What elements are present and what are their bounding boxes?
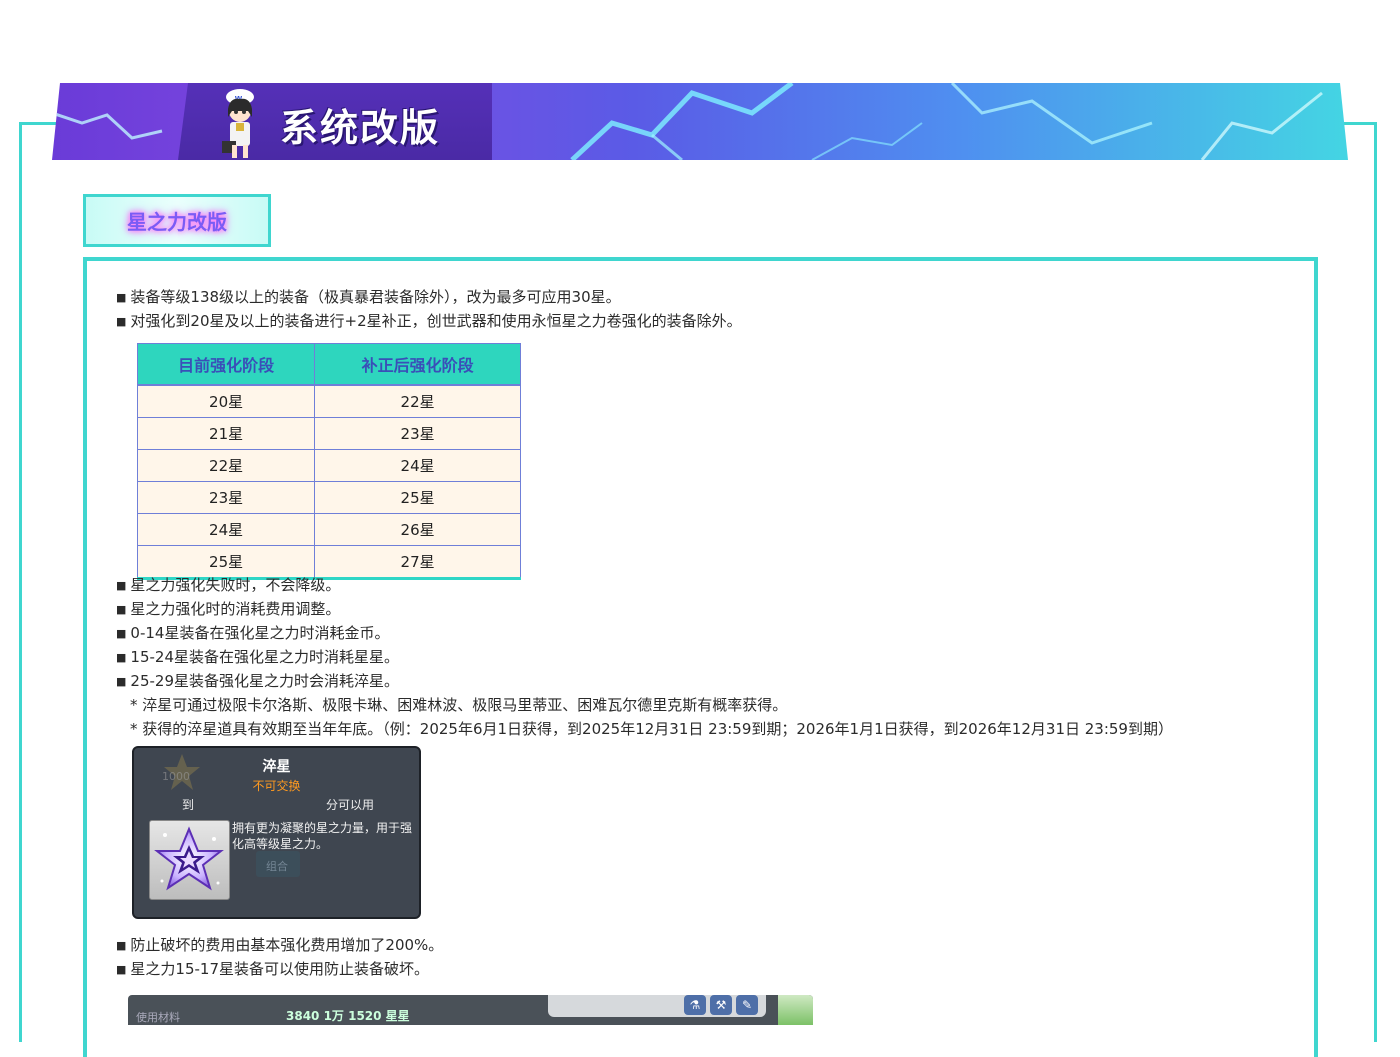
- item-icon-box: [149, 820, 230, 900]
- material-numbers: 3840 1万 1520 星星: [286, 1009, 410, 1023]
- tool-panel: ⚗ ⚒ ✎: [548, 995, 766, 1017]
- table-cell: 27星: [314, 545, 521, 579]
- note-item: * 淬星可通过极限卡尔洛斯、极限卡琳、困难林波、极限马里蒂亚、困难瓦尔德里克斯有…: [130, 696, 788, 714]
- table-cell: 20星: [136, 384, 316, 418]
- scenery-decoration: [778, 995, 813, 1025]
- tooltip-title: 淬星: [262, 759, 291, 775]
- table-row: 23星 25星: [136, 481, 521, 514]
- list-item: ■ 星之力强化失败时，不会降级。: [116, 576, 341, 594]
- list-item: ■ 对强化到20星及以上的装备进行+2星补正，创世武器和使用永恒星之力卷强化的装备…: [116, 312, 742, 330]
- tooltip-expiry-right: 分可以用: [326, 798, 375, 812]
- star-correction-table: 目前强化阶段 补正后强化阶段 20星 22星 21星 23星 22星 24星 23星 2…: [136, 343, 521, 580]
- section-tag: 星之力改版: [83, 194, 271, 247]
- table-cell: 22星: [314, 384, 521, 418]
- table-cell: 26星: [314, 513, 521, 546]
- table-header-corrected: 补正后强化阶段: [314, 343, 521, 386]
- ghost-button-label: 组合: [266, 860, 288, 873]
- banner: w 系统改版: [52, 83, 1348, 160]
- table-cell: 22星: [136, 449, 316, 482]
- list-item: ■ 25-29星装备强化星之力时会消耗淬星。: [116, 672, 399, 690]
- table-header-row: 目前强化阶段 补正后强化阶段: [136, 343, 521, 386]
- tooltip-subtitle: 不可交换: [252, 779, 301, 793]
- section-tag-label: 星之力改版: [127, 210, 227, 234]
- table-header-current: 目前强化阶段: [136, 343, 316, 386]
- mascot-icon: w: [216, 85, 264, 159]
- list-item: ■ 防止破坏的费用由基本强化费用增加了200%。: [116, 936, 444, 954]
- banner-title: 系统改版: [280, 106, 441, 150]
- list-item: ■ 星之力强化时的消耗费用调整。: [116, 600, 341, 618]
- table-cell: 21星: [136, 417, 316, 450]
- table-cell: 24星: [136, 513, 316, 546]
- table-cell: 23星: [314, 417, 521, 450]
- table-row: 21星 23星: [136, 417, 521, 450]
- tool-icon[interactable]: ✎: [736, 995, 758, 1015]
- table-cell: 24星: [314, 449, 521, 482]
- table-row: 24星 26星: [136, 513, 521, 546]
- list-item: ■ 15-24星装备在强化星之力时消耗星星。: [116, 648, 399, 666]
- tooltip-description: 拥有更为凝聚的星之力量，用于强化高等级星之力。: [232, 821, 413, 851]
- tooltip-expiry-left: 到: [182, 798, 195, 812]
- hammer-icon[interactable]: ⚒: [710, 995, 732, 1015]
- purple-star-icon: [154, 826, 224, 891]
- flask-icon[interactable]: ⚗: [684, 995, 706, 1015]
- table-row: 20星 22星: [136, 384, 521, 418]
- note-item: * 获得的淬星道具有效期至当年年底。（例：2025年6月1日获得，到2025年1…: [130, 720, 1173, 738]
- list-item: ■ 装备等级138级以上的装备（极真暴君装备除外），改为最多可应用30星。: [116, 288, 621, 306]
- list-item: ■ 0-14星装备在强化星之力时消耗金币。: [116, 624, 390, 642]
- table-cell: 23星: [136, 481, 316, 514]
- table-cell: 25星: [314, 481, 521, 514]
- item-tooltip: 1000 淬星 不可交换 到 分可以用 组合 拥有更为凝聚的星之力量，用于强化高…: [132, 746, 421, 919]
- material-label: 使用材料: [136, 1011, 180, 1024]
- game-screenshot-strip: 使用材料 3840 1万 1520 星星 ⚗ ⚒ ✎: [128, 995, 813, 1025]
- list-item: ■ 星之力15-17星装备可以使用防止装备破坏。: [116, 960, 429, 978]
- table-row: 22星 24星: [136, 449, 521, 482]
